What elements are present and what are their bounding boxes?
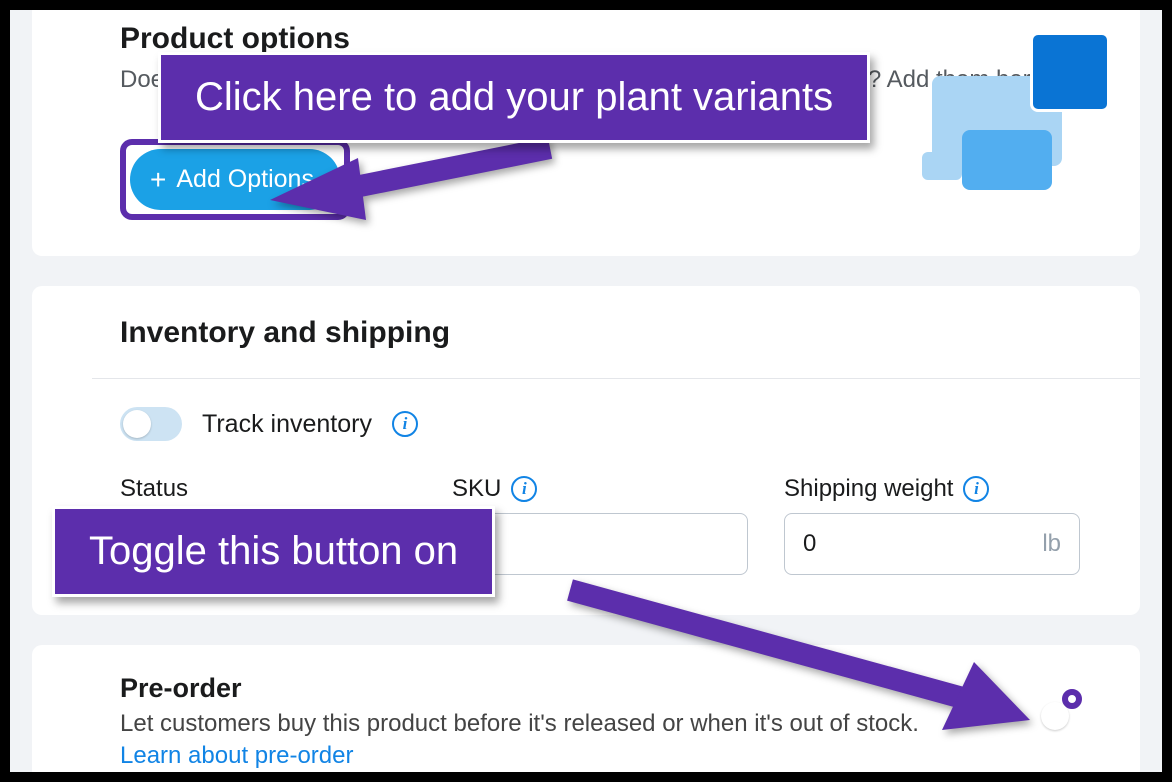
card-preorder: Pre-order Let customers buy this product… (32, 645, 1140, 772)
product-options-illustration (880, 32, 1110, 192)
info-icon[interactable]: i (511, 476, 537, 502)
status-label: Status (120, 475, 416, 503)
annotation-callout-1: Click here to add your plant variants (158, 52, 870, 143)
check-icon (1046, 706, 1064, 724)
add-options-label: Add Options (176, 165, 314, 194)
add-options-button[interactable]: + Add Options (130, 149, 340, 210)
track-inventory-toggle[interactable] (120, 407, 182, 441)
preorder-description: Let customers buy this product before it… (120, 710, 1080, 738)
sku-input[interactable] (452, 513, 748, 575)
page-container: Product options Does your product come i… (10, 10, 1162, 772)
sku-label: SKU (452, 475, 501, 503)
preorder-learn-link[interactable]: Learn about pre-order (120, 742, 353, 769)
shipping-weight-label: Shipping weight (784, 475, 953, 503)
shipping-weight-input[interactable]: 0 lb (784, 513, 1080, 575)
info-icon[interactable]: i (963, 476, 989, 502)
preorder-title: Pre-order (120, 673, 1080, 704)
preorder-toggle-highlight (1062, 689, 1082, 709)
shipping-weight-value: 0 (803, 530, 816, 558)
plus-icon: + (150, 166, 166, 194)
add-options-highlight: + Add Options (120, 139, 350, 220)
inventory-title: Inventory and shipping (92, 316, 1140, 379)
info-icon[interactable]: i (392, 411, 418, 437)
track-inventory-label: Track inventory (202, 410, 372, 439)
annotation-callout-2: Toggle this button on (52, 506, 495, 597)
shipping-weight-unit: lb (1042, 530, 1061, 558)
